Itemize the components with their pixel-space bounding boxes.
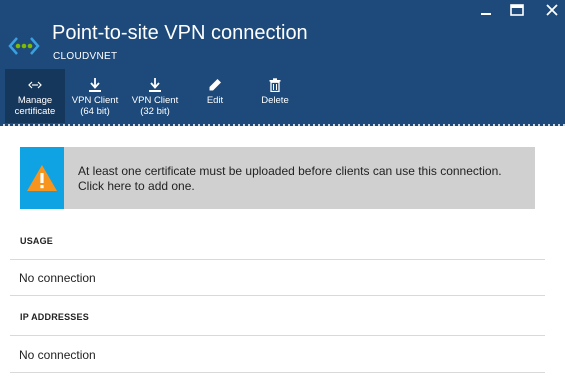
vpn-connection-icon: [8, 37, 40, 55]
header-divider: [0, 124, 565, 126]
pencil-icon: [209, 79, 221, 91]
toolbar-label: VPN Client: [131, 95, 179, 106]
edit-button[interactable]: Edit: [190, 69, 240, 123]
vpn-client-32-button[interactable]: VPN Client (32 bit): [125, 69, 185, 123]
alert-message: At least one certificate must be uploade…: [78, 164, 502, 193]
toolbar-label: Manage: [17, 95, 53, 106]
divider: [10, 335, 545, 336]
toolbar-label: (64 bit): [80, 106, 110, 117]
page-subtitle: CLOUDVNET: [53, 51, 118, 62]
maximize-icon[interactable]: [507, 2, 527, 18]
toolbar-label: certificate: [14, 106, 56, 117]
toolbar-label: Edit: [206, 95, 224, 106]
blade-header: Point-to-site VPN connection CLOUDVNET M…: [0, 0, 565, 126]
certificate-icon: [28, 81, 42, 89]
minimize-icon[interactable]: [476, 2, 496, 18]
vpn-client-64-button[interactable]: VPN Client (64 bit): [65, 69, 125, 123]
divider: [10, 372, 545, 373]
divider: [10, 295, 545, 296]
ip-addresses-value: No connection: [19, 348, 96, 362]
certificate-alert[interactable]: At least one certificate must be uploade…: [20, 147, 535, 209]
toolbar-label: (32 bit): [140, 106, 170, 117]
download-icon: [149, 78, 161, 92]
usage-heading: USAGE: [20, 236, 54, 246]
trash-icon: [269, 78, 281, 92]
toolbar-label: VPN Client: [71, 95, 119, 106]
delete-button[interactable]: Delete: [250, 69, 300, 123]
warning-icon: [27, 165, 57, 191]
download-icon: [89, 78, 101, 92]
divider: [10, 259, 545, 260]
alert-icon-box: [20, 147, 64, 209]
manage-certificate-button[interactable]: Manage certificate: [5, 69, 65, 123]
usage-value: No connection: [19, 271, 96, 285]
close-icon[interactable]: [542, 2, 562, 18]
toolbar-label: Delete: [261, 95, 289, 106]
ip-addresses-heading: IP ADDRESSES: [20, 312, 89, 322]
page-title: Point-to-site VPN connection: [52, 22, 308, 44]
